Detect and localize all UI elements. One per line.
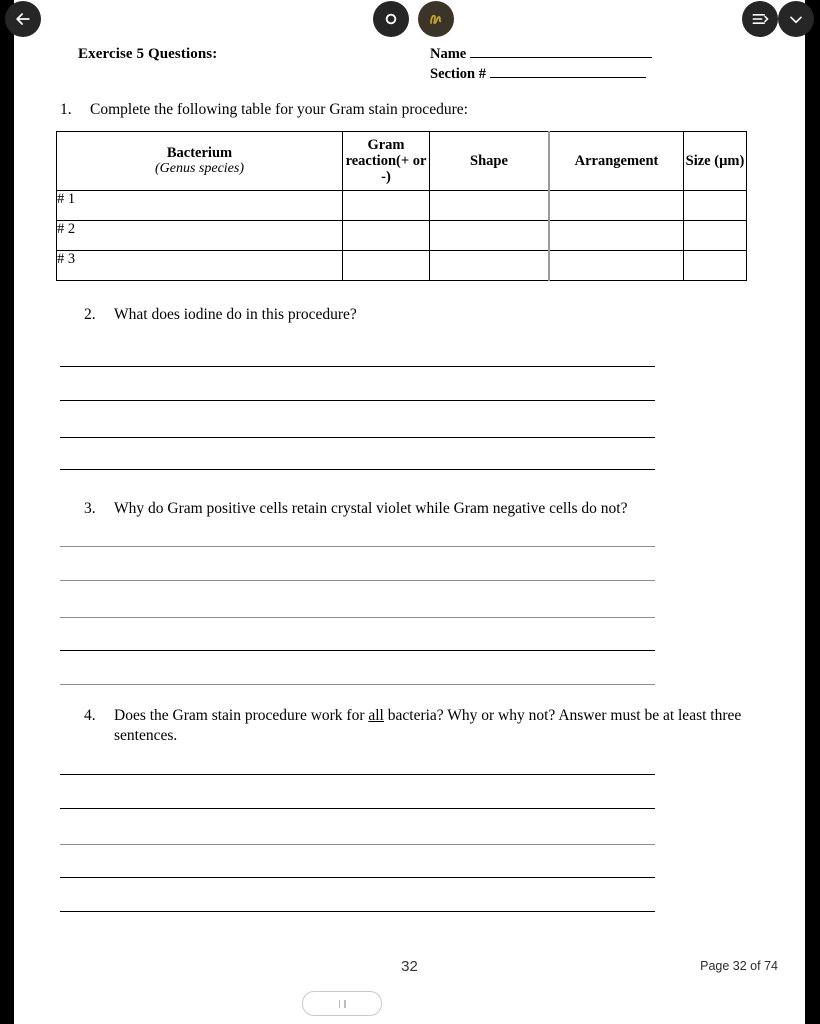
collapse-button[interactable] — [778, 1, 814, 37]
question-3: 3. Why do Gram positive cells retain cry… — [84, 499, 784, 519]
answer-line[interactable] — [60, 684, 655, 685]
answer-line[interactable] — [60, 650, 655, 651]
question-2: 2. What does iodine do in this procedure… — [84, 305, 784, 325]
answer-line[interactable] — [60, 469, 655, 470]
question-4: 4. Does the Gram stain procedure work fo… — [84, 706, 774, 746]
row-2-label: # 2 — [56, 220, 343, 251]
page-indicator: Page 32 of 74 — [700, 959, 778, 973]
answer-line[interactable] — [60, 400, 655, 401]
row-3-gram[interactable] — [342, 250, 430, 281]
answer-line[interactable] — [60, 546, 655, 547]
page-title: Exercise 5 Questions: — [78, 46, 218, 62]
question-4-underlined-word: all — [368, 707, 384, 724]
back-button[interactable] — [5, 1, 41, 37]
handwriting-pen-icon — [430, 14, 442, 25]
row-2-shape[interactable] — [429, 220, 550, 251]
row-1-shape[interactable] — [429, 190, 550, 221]
answer-line[interactable] — [60, 911, 655, 912]
question-2-text: What does iodine do in this procedure? — [114, 306, 357, 323]
section-field-row: Section # — [430, 64, 652, 84]
header-bacterium-sub: (Genus species) — [154, 161, 245, 176]
header-arrangement: Arrangement — [548, 131, 684, 191]
arrow-left-icon — [16, 13, 30, 25]
list-outline-icon — [752, 14, 769, 24]
question-3-number: 3. — [84, 500, 96, 517]
table-row: # 2 — [56, 220, 747, 251]
table-row: # 1 — [56, 190, 747, 221]
header-bacterium-main: Bacterium — [166, 145, 233, 161]
row-1-label: # 1 — [56, 190, 343, 221]
row-2-gram[interactable] — [342, 220, 430, 251]
chevron-down-icon — [790, 16, 802, 24]
answer-line[interactable] — [60, 877, 655, 878]
worksheet-header: Exercise 5 Questions: Name Section # — [14, 44, 805, 88]
name-label: Name — [430, 46, 467, 62]
row-3-size[interactable] — [683, 250, 747, 281]
row-3-arrangement[interactable] — [548, 250, 684, 281]
question-4-text-before: Does the Gram stain procedure work for — [114, 707, 369, 724]
circle-tool-button[interactable] — [373, 1, 409, 37]
header-size: Size (µm) — [683, 131, 747, 191]
question-4-text: Does the Gram stain procedure work for a… — [114, 706, 774, 746]
table-header-row: Bacterium (Genus species) Gram reaction(… — [56, 131, 747, 191]
row-1-gram[interactable] — [342, 190, 430, 221]
table-row: # 3 — [56, 250, 747, 281]
annotate-tool-button[interactable] — [418, 1, 454, 37]
gram-stain-table: Bacterium (Genus species) Gram reaction(… — [56, 131, 747, 281]
answer-line[interactable] — [60, 617, 655, 618]
answer-line[interactable] — [60, 366, 655, 367]
scrubber-mark — [344, 999, 346, 1008]
question-2-number: 2. — [84, 306, 96, 323]
answer-line[interactable] — [60, 808, 655, 809]
name-input-line[interactable] — [470, 44, 653, 58]
header-gram-reaction: Gram reaction(+ or -) — [342, 131, 430, 191]
question-3-text: Why do Gram positive cells retain crysta… — [114, 500, 628, 517]
document-content: Exercise 5 Questions: Name Section # 1. … — [14, 0, 805, 1024]
row-2-size[interactable] — [683, 220, 747, 251]
row-3-label: # 3 — [56, 250, 343, 281]
answer-line[interactable] — [60, 437, 655, 438]
header-bacterium: Bacterium (Genus species) — [56, 131, 343, 191]
right-edge-bar — [805, 0, 820, 1024]
row-1-size[interactable] — [683, 190, 747, 221]
page-scrubber-handle[interactable] — [302, 991, 382, 1016]
left-edge-bar — [0, 0, 14, 1024]
answer-line[interactable] — [60, 580, 655, 581]
section-input-line[interactable] — [489, 64, 646, 78]
row-2-arrangement[interactable] — [548, 220, 684, 251]
question-1-number: 1. — [60, 101, 72, 118]
header-shape: Shape — [429, 131, 550, 191]
section-label: Section # — [430, 66, 486, 82]
scrubber-mark — [338, 999, 340, 1008]
answer-line[interactable] — [60, 844, 655, 845]
answer-line[interactable] — [60, 774, 655, 775]
outline-button[interactable] — [742, 1, 778, 37]
row-3-shape[interactable] — [429, 250, 550, 281]
question-1-text: Complete the following table for your Gr… — [90, 101, 468, 118]
question-1: 1. Complete the following table for your… — [60, 100, 760, 120]
circle-outline-icon — [385, 13, 397, 25]
document-page-number: 32 — [401, 958, 418, 975]
question-4-number: 4. — [84, 707, 96, 724]
name-field-row: Name — [430, 44, 653, 64]
row-1-arrangement[interactable] — [548, 190, 684, 221]
name-section-fields: Name Section # — [430, 44, 653, 84]
